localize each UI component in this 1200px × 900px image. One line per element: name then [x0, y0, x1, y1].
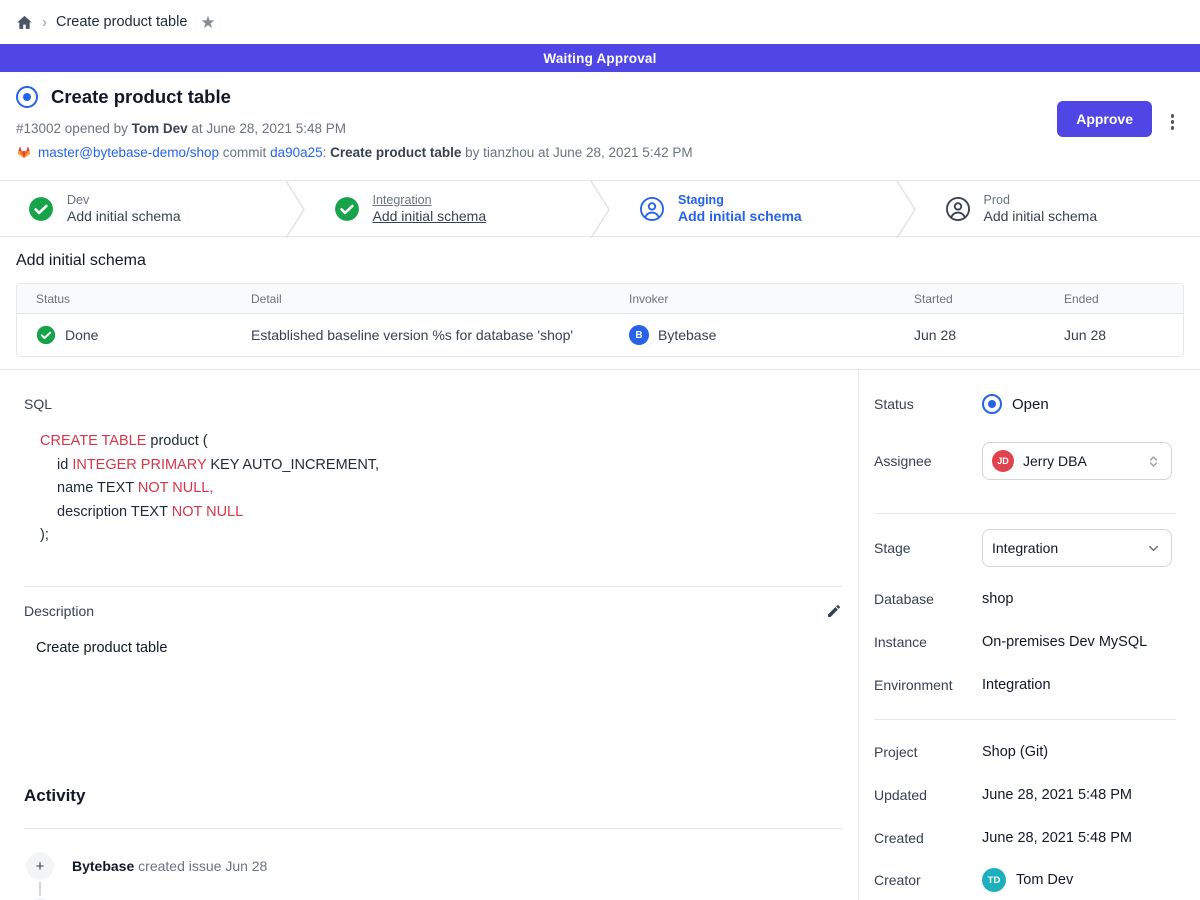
commit-hash-link[interactable]: da90a25 [270, 145, 323, 160]
stage-separator-icon [284, 181, 306, 236]
chevron-down-icon [1146, 541, 1161, 556]
task-table-header: Status Detail Invoker Started Ended [17, 284, 1183, 313]
stage-prod[interactable]: Prod Add initial schema [917, 181, 1200, 236]
timeline-connector [39, 882, 41, 896]
issue-open-icon [16, 86, 38, 108]
environment-value: Integration [982, 677, 1051, 693]
stage-select[interactable]: Integration [982, 529, 1172, 567]
created-issue-icon: + [26, 852, 54, 880]
divider [24, 586, 842, 587]
sql-statement: CREATE TABLE product ( id INTEGER PRIMAR… [40, 430, 379, 548]
database-row: Database shop [874, 587, 1178, 611]
assignee-value: Jerry DBA [1023, 453, 1087, 469]
task-table-row: Done Established baseline version %s for… [17, 313, 1183, 356]
description-text: Create product table [36, 640, 167, 656]
description-label: Description [24, 603, 94, 619]
task-table: Status Detail Invoker Started Ended Done… [16, 283, 1184, 357]
status-value: Open [1012, 396, 1049, 413]
gitlab-icon [16, 144, 32, 160]
created-row: Created June 28, 2021 5:48 PM [874, 826, 1178, 850]
task-invoker: Bytebase [658, 327, 716, 343]
instance-value: On-premises Dev MySQL [982, 634, 1147, 650]
task-status: Done [65, 327, 98, 343]
divider [24, 828, 842, 829]
updated-row: Updated June 28, 2021 5:48 PM [874, 783, 1178, 807]
environment-row: Environment Integration [874, 673, 1178, 697]
issue-author: Tom Dev [132, 121, 188, 136]
activity-title: Activity [24, 786, 85, 806]
issue-body: SQL CREATE TABLE product ( id INTEGER PR… [0, 370, 859, 900]
stage-separator-icon [895, 181, 917, 236]
stage-row: Stage Integration [874, 529, 1178, 567]
issue-detail-page: › Create product table ★ Waiting Approva… [0, 0, 1200, 900]
assignee-avatar: JD [992, 450, 1014, 472]
task-done-icon [334, 196, 360, 222]
breadcrumb: › Create product table ★ [0, 0, 1200, 44]
task-section: Add initial schema Status Detail Invoker… [0, 237, 1200, 357]
assignee-row: Assignee JD Jerry DBA [874, 442, 1178, 480]
commit-message: Create product table [330, 145, 461, 160]
stage-value: Integration [992, 540, 1058, 556]
vcs-commit-row: master@bytebase-demo/shop commit da90a25… [16, 144, 1184, 160]
creator-row: Creator TD Tom Dev [874, 867, 1178, 893]
approve-button[interactable]: Approve [1057, 101, 1152, 137]
task-detail: Established baseline version %s for data… [251, 327, 629, 343]
issue-meta: #13002 opened by Tom Dev at June 28, 202… [16, 121, 1184, 136]
project-row: Project Shop (Git) [874, 740, 1178, 764]
status-row: Status Open [874, 392, 1178, 416]
divider [874, 513, 1176, 514]
done-status-icon [36, 325, 56, 345]
assignee-select[interactable]: JD Jerry DBA [982, 442, 1172, 480]
edit-description-button[interactable] [826, 603, 842, 619]
creator-value: Tom Dev [1016, 872, 1073, 888]
open-status-icon [982, 394, 1002, 414]
database-value: shop [982, 591, 1013, 607]
approval-banner: Waiting Approval [0, 44, 1200, 72]
activity-item: + Bytebase created issue Jun 28 [26, 852, 267, 880]
stage-dev[interactable]: Dev Add initial schema [0, 181, 284, 236]
home-icon[interactable] [16, 14, 33, 31]
created-value: June 28, 2021 5:48 PM [982, 830, 1132, 846]
pending-task-icon [945, 196, 971, 222]
favorite-star-icon[interactable]: ★ [200, 14, 215, 31]
sql-label: SQL [24, 396, 52, 412]
breadcrumb-chevron-icon: › [42, 15, 47, 30]
task-started: Jun 28 [914, 327, 1064, 343]
more-actions-button[interactable] [1167, 110, 1179, 134]
stage-separator-icon [589, 181, 611, 236]
approval-banner-text: Waiting Approval [543, 51, 656, 66]
pipeline-stages: Dev Add initial schema Integration Add i… [0, 180, 1200, 237]
project-value: Shop (Git) [982, 744, 1048, 760]
pending-approval-icon [639, 196, 665, 222]
instance-row: Instance On-premises Dev MySQL [874, 630, 1178, 654]
stage-integration[interactable]: Integration Add initial schema [306, 181, 590, 236]
activity-actor: Bytebase [72, 858, 134, 874]
select-stepper-icon [1146, 454, 1161, 469]
task-done-icon [28, 196, 54, 222]
issue-title: Create product table [51, 86, 231, 108]
task-ended: Jun 28 [1064, 327, 1183, 343]
creator-avatar: TD [982, 868, 1006, 892]
breadcrumb-current: Create product table [56, 14, 187, 30]
stage-staging[interactable]: Staging Add initial schema [611, 181, 895, 236]
divider [874, 719, 1176, 720]
issue-sidebar: Status Open Assignee JD Jerry DBA [859, 370, 1200, 900]
branch-repo-link[interactable]: master@bytebase-demo/shop [38, 145, 219, 160]
updated-value: June 28, 2021 5:48 PM [982, 787, 1132, 803]
bytebase-avatar: B [629, 325, 649, 345]
issue-header: Create product table #13002 opened by To… [0, 72, 1200, 180]
task-section-title: Add initial schema [16, 252, 1184, 270]
